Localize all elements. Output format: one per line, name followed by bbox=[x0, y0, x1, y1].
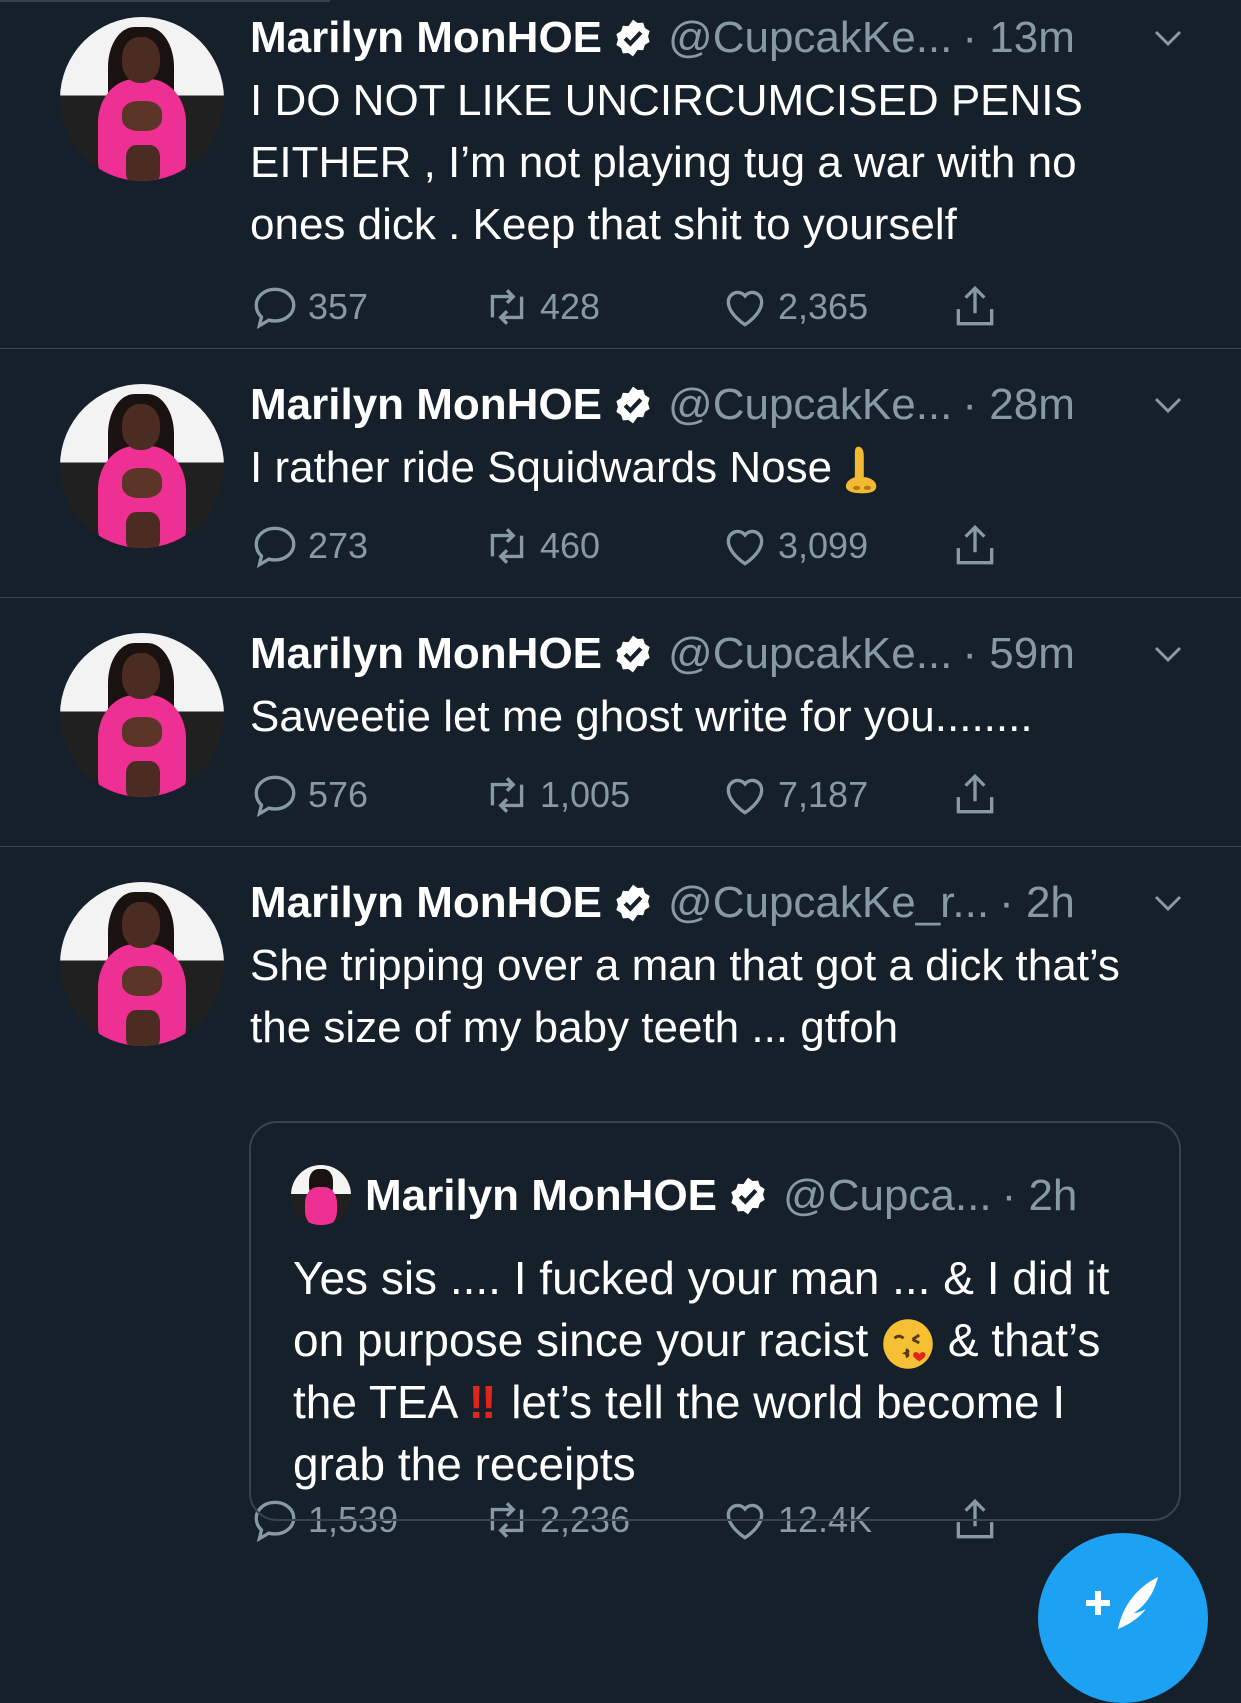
tweet-text: She tripping over a man that got a dick … bbox=[250, 941, 1120, 1052]
tweet-text: Saweetie let me ghost write for you.....… bbox=[250, 692, 1033, 741]
avatar[interactable] bbox=[60, 882, 224, 1046]
author-handle[interactable]: @CupcakKe... bbox=[668, 629, 952, 679]
like-count: 2,365 bbox=[778, 286, 869, 327]
timestamp: · 2h bbox=[999, 878, 1075, 927]
reply-icon bbox=[254, 526, 296, 569]
tweet[interactable]: Marilyn MonHOE @CupcakKe... · 59m Saweet… bbox=[0, 598, 1241, 847]
share-icon bbox=[956, 524, 994, 565]
retweet-button[interactable]: 460 bbox=[482, 521, 600, 571]
retweet-count: 460 bbox=[540, 525, 601, 566]
caret-down-icon[interactable] bbox=[1150, 20, 1186, 56]
like-button[interactable]: 7,187 bbox=[720, 770, 868, 820]
share-icon bbox=[956, 773, 994, 814]
timestamp: · 13m bbox=[962, 13, 1075, 62]
retweet-icon bbox=[490, 289, 524, 325]
caret-down-icon[interactable] bbox=[1150, 885, 1186, 921]
like-button[interactable]: 2,365 bbox=[720, 282, 868, 332]
share-button[interactable] bbox=[950, 282, 1008, 332]
like-count: 7,187 bbox=[778, 774, 869, 815]
author-name[interactable]: Marilyn MonHOE bbox=[250, 380, 602, 430]
verified-badge-icon bbox=[616, 635, 650, 673]
retweet-button[interactable]: 428 bbox=[482, 282, 600, 332]
caret-down-icon[interactable] bbox=[1150, 387, 1186, 423]
reply-count: 273 bbox=[308, 525, 369, 566]
kiss-face-emoji-icon bbox=[883, 1319, 933, 1369]
author-name[interactable]: Marilyn MonHOE bbox=[250, 629, 602, 679]
reply-button[interactable]: 273 bbox=[250, 521, 368, 571]
like-icon bbox=[726, 778, 764, 815]
avatar[interactable] bbox=[60, 384, 224, 548]
tweet-text-body: I rather ride Squidwards Nose bbox=[250, 443, 833, 492]
like-count: 3,099 bbox=[778, 525, 869, 566]
like-icon bbox=[726, 529, 764, 566]
timestamp: · 28m bbox=[962, 380, 1075, 429]
reply-count: 576 bbox=[308, 774, 369, 815]
timestamp: · 59m bbox=[962, 629, 1075, 678]
reply-count: 357 bbox=[308, 286, 369, 327]
retweet-count: 1,005 bbox=[540, 774, 631, 815]
quoted-tweet-text: Yes sis .... I fucked your man ... & I d… bbox=[293, 1247, 1153, 1495]
tweet-text: I DO NOT LIKE UNCIRCUMCISED PENIS EITHER… bbox=[250, 76, 1083, 249]
verified-badge-icon bbox=[616, 884, 650, 922]
avatar[interactable] bbox=[60, 17, 224, 181]
double-exclamation-emoji: ‼ bbox=[468, 1376, 499, 1428]
reply-button[interactable]: 357 bbox=[250, 282, 368, 332]
author-name[interactable]: Marilyn MonHOE bbox=[250, 13, 602, 63]
reply-icon bbox=[254, 775, 296, 818]
nose-emoji-icon bbox=[845, 447, 877, 494]
reply-button[interactable]: 576 bbox=[250, 770, 368, 820]
compose-tweet-icon bbox=[1086, 1577, 1158, 1629]
quoted-author-name: Marilyn MonHOE bbox=[365, 1171, 718, 1220]
verified-badge-icon bbox=[731, 1177, 765, 1215]
quoted-author-handle: @Cupca... bbox=[783, 1171, 992, 1220]
quoted-avatar[interactable] bbox=[291, 1165, 351, 1225]
like-button[interactable]: 3,099 bbox=[720, 521, 868, 571]
author-handle[interactable]: @CupcakKe_r... bbox=[668, 878, 989, 928]
tweet-text: I rather ride Squidwards Nose bbox=[250, 437, 1180, 499]
share-icon bbox=[956, 285, 994, 326]
like-icon bbox=[726, 290, 764, 327]
reply-icon bbox=[254, 287, 296, 330]
author-handle[interactable]: @CupcakKe... bbox=[668, 380, 952, 430]
verified-badge-icon bbox=[616, 19, 650, 57]
retweet-icon bbox=[490, 528, 524, 564]
tweet[interactable]: Marilyn MonHOE @CupcakKe... · 28m I rath… bbox=[0, 349, 1241, 598]
author-handle[interactable]: @CupcakKe... bbox=[668, 13, 952, 63]
author-name[interactable]: Marilyn MonHOE bbox=[250, 878, 602, 928]
retweet-count: 428 bbox=[540, 286, 601, 327]
avatar[interactable] bbox=[60, 633, 224, 797]
quoted-timestamp: · 2h bbox=[1001, 1171, 1078, 1220]
share-button[interactable] bbox=[950, 521, 1008, 571]
retweet-button[interactable]: 1,005 bbox=[482, 770, 630, 820]
caret-down-icon[interactable] bbox=[1150, 636, 1186, 672]
tweet[interactable]: Marilyn MonHOE @CupcakKe... · 13m I DO N… bbox=[0, 0, 1241, 349]
retweet-icon bbox=[490, 777, 524, 813]
verified-badge-icon bbox=[616, 386, 650, 424]
compose-tweet-button[interactable] bbox=[1038, 1533, 1208, 1703]
quoted-tweet[interactable]: Marilyn MonHOE @Cupca... · 2h Yes sis ..… bbox=[249, 1121, 1181, 1521]
share-button[interactable] bbox=[950, 770, 1008, 820]
